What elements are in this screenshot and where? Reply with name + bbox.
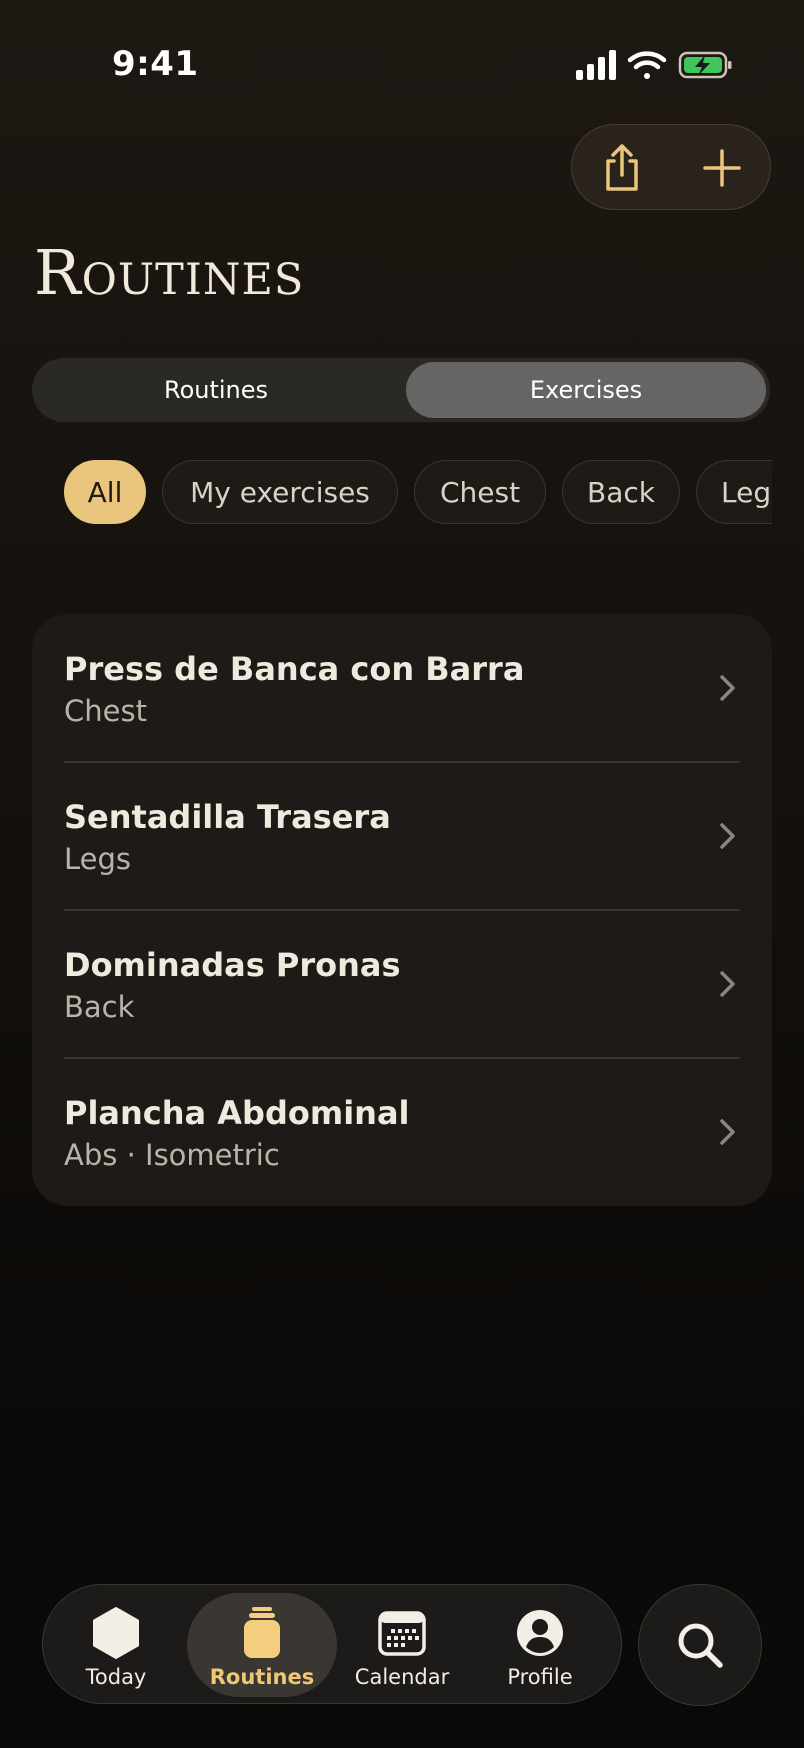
profile-icon [517, 1610, 563, 1656]
exercise-name: Dominadas Pronas [64, 946, 401, 984]
tab-calendar[interactable]: Calendar [337, 1585, 467, 1702]
exercise-name: Plancha Abdominal [64, 1094, 410, 1132]
tab-label: Profile [507, 1665, 573, 1689]
filter-chip-chest[interactable]: Chest [414, 460, 546, 524]
exercise-category: Abs · Isometric [64, 1138, 280, 1172]
exercise-row[interactable]: Plancha Abdominal Abs · Isometric [32, 1058, 772, 1206]
add-button[interactable] [672, 125, 772, 211]
tab-routines[interactable]: Routines [197, 1585, 327, 1702]
chevron-right-icon [720, 971, 735, 997]
filter-chip-all[interactable]: All [64, 460, 146, 524]
segmented-control: Routines Exercises [32, 358, 770, 422]
chevron-right-icon [720, 675, 735, 701]
wifi-icon [627, 51, 667, 79]
filter-chip-back[interactable]: Back [562, 460, 680, 524]
exercise-category: Back [64, 990, 135, 1024]
tab-label: Calendar [354, 1665, 450, 1689]
status-icons [576, 50, 732, 80]
search-icon [678, 1623, 723, 1668]
filter-chips: All My exercises Chest Back Legs [64, 460, 772, 524]
tab-label: Today [85, 1665, 147, 1689]
segment-routines[interactable]: Routines [36, 362, 396, 418]
share-button[interactable] [572, 125, 672, 211]
share-icon [606, 144, 638, 191]
hexagon-icon [93, 1607, 139, 1659]
segment-exercises[interactable]: Exercises [406, 362, 766, 418]
calendar-icon [378, 1611, 426, 1656]
cellular-signal-icon [576, 50, 616, 80]
filter-chip-my-exercises[interactable]: My exercises [162, 460, 398, 524]
filter-chip-legs[interactable]: Legs [696, 460, 772, 524]
exercise-row[interactable]: Sentadilla Trasera Legs [32, 762, 772, 910]
exercise-category: Chest [64, 694, 147, 728]
page-title: Routines [34, 236, 305, 309]
status-time: 9:41 [112, 44, 199, 84]
tab-today[interactable]: Today [51, 1585, 181, 1702]
exercise-row[interactable]: Dominadas Pronas Back [32, 910, 772, 1058]
exercise-row[interactable]: Press de Banca con Barra Chest [32, 614, 772, 762]
exercise-category: Legs [64, 842, 132, 876]
search-button[interactable] [638, 1584, 762, 1706]
top-actions [571, 124, 771, 210]
chevron-right-icon [720, 1119, 735, 1145]
tab-label: Routines [209, 1665, 315, 1689]
exercise-name: Sentadilla Trasera [64, 798, 391, 836]
exercise-name: Press de Banca con Barra [64, 650, 525, 688]
tab-profile[interactable]: Profile [475, 1585, 605, 1702]
battery-charging-icon [678, 51, 732, 79]
jar-icon [244, 1607, 280, 1658]
plus-icon [703, 149, 741, 187]
exercise-list: Press de Banca con Barra Chest Sentadill… [32, 614, 772, 1206]
tab-bar: Today Routines Calendar Profile [42, 1584, 622, 1704]
chevron-right-icon [720, 823, 735, 849]
